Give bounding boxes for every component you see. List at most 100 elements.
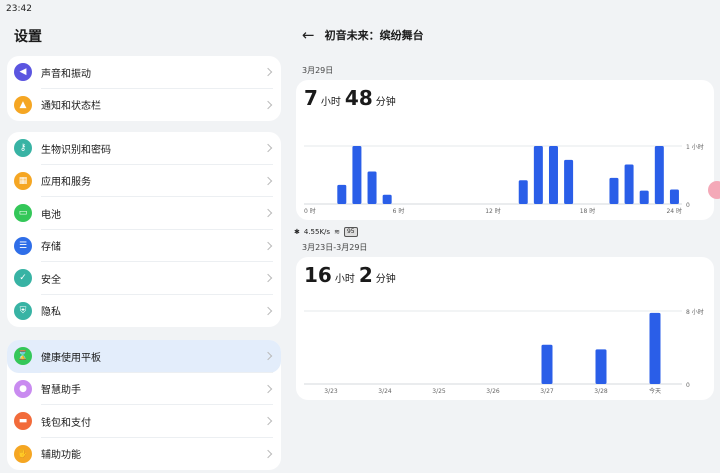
daily-usage-chart: 1 小时 0 0 时 6 时 12 时 18 时 24 时 <box>304 143 704 215</box>
week-minutes: 2 <box>358 263 373 287</box>
settings-item[interactable]: ✓ 安全 <box>7 262 281 295</box>
day-hours-unit: 小时 <box>320 97 341 108</box>
x-tick-label: 今天 <box>649 387 661 395</box>
security-icon: ✓ <box>14 269 32 288</box>
week-minutes-unit: 分钟 <box>375 274 396 285</box>
settings-group: ⚷ 生物识别和密码 ▦ 应用和服务 ▭ 电池 ☰ 存储 ✓ 安全 ⛨ 隐私 <box>7 132 281 327</box>
settings-item-label: 隐私 <box>41 307 61 319</box>
usage-bar <box>654 146 664 204</box>
y-tick-label: 0 <box>686 202 690 209</box>
x-tick-label: 12 时 <box>485 207 501 215</box>
wallet-icon: ▬ <box>14 412 32 431</box>
settings-item[interactable]: ⛨ 隐私 <box>7 295 281 328</box>
x-tick-label: 3/26 <box>486 388 500 395</box>
key-icon: ⚷ <box>14 139 32 158</box>
settings-item-label: 生物识别和密码 <box>41 144 111 156</box>
settings-item-label: 钱包和支付 <box>41 417 91 429</box>
y-tick-label: 8 小时 <box>686 308 704 316</box>
usage-bar <box>595 349 607 384</box>
chevron-right-icon <box>263 384 273 393</box>
week-hours-unit: 小时 <box>334 274 355 285</box>
settings-item[interactable]: ◀ 声音和振动 <box>7 56 281 89</box>
accessibility-icon: ✋ <box>14 444 32 463</box>
x-tick-label: 3/28 <box>594 388 608 395</box>
panel-header: ← 初音未来：缤纷舞台 <box>302 26 424 44</box>
usage-bar <box>382 194 392 204</box>
settings-item-label: 辅助功能 <box>41 450 81 462</box>
chevron-right-icon <box>263 306 273 315</box>
settings-item[interactable]: ⌛ 健康使用平板 <box>7 340 281 373</box>
usage-bar <box>624 164 634 204</box>
usage-bar <box>518 180 528 204</box>
week-label: 3月23日-3月29日 <box>302 243 368 252</box>
status-bar: 23:42 ✱ 4.55K/s ≋ 95 <box>0 0 720 237</box>
battery-icon: ▭ <box>14 204 32 223</box>
clock: 23:42 <box>6 4 32 14</box>
settings-item-label: 智慧助手 <box>41 385 81 397</box>
settings-item[interactable]: ✋ 辅助功能 <box>7 438 281 471</box>
settings-group: ⌛ 健康使用平板 ● 智慧助手 ▬ 钱包和支付 ✋ 辅助功能 <box>7 340 281 470</box>
chevron-right-icon <box>263 176 273 185</box>
back-arrow-icon[interactable]: ← <box>302 26 315 44</box>
settings-item[interactable]: ▲ 通知和状态栏 <box>7 89 281 122</box>
usage-bar <box>609 177 619 204</box>
settings-item-label: 通知和状态栏 <box>41 101 101 113</box>
y-tick-label: 1 小时 <box>686 143 704 151</box>
chevron-right-icon <box>263 417 273 426</box>
x-tick-label: 3/25 <box>432 388 446 395</box>
weekly-usage-chart: 8 小时 0 3/23 3/24 3/25 3/26 3/27 3/28 今天 <box>304 308 704 395</box>
usage-bar <box>337 184 347 204</box>
chevron-right-icon <box>263 209 273 218</box>
settings-item[interactable]: ▭ 电池 <box>7 197 281 230</box>
floating-handle[interactable] <box>708 181 720 199</box>
settings-item-label: 应用和服务 <box>41 177 91 189</box>
settings-sidebar: 设置 ◀ 声音和振动 ▲ 通知和状态栏 ⚷ 生物识别和密码 ▦ 应用和服务 ▭ 电池 ☰ 存储 ✓ 安全 ⛨… <box>0 18 290 473</box>
week-card: 16 小时 2 分钟 8 小时 0 3/23 3/24 3/25 3/26 3/27 3/28… <box>296 257 714 400</box>
settings-item-label: 安全 <box>41 274 61 286</box>
assistant-icon: ● <box>14 379 32 398</box>
week-hours: 16 <box>304 263 332 287</box>
chevron-right-icon <box>263 241 273 250</box>
usage-bar <box>548 146 558 204</box>
chevron-right-icon <box>263 352 273 361</box>
settings-item-label: 健康使用平板 <box>41 352 101 364</box>
usage-bar <box>564 159 574 204</box>
usage-bar <box>541 344 553 384</box>
week-total: 16 小时 2 分钟 <box>304 263 400 287</box>
settings-item[interactable]: ▦ 应用和服务 <box>7 165 281 198</box>
chevron-right-icon <box>263 449 273 458</box>
usage-bar <box>533 146 543 204</box>
x-tick-label: 6 时 <box>393 207 405 215</box>
settings-title: 设置 <box>14 29 42 45</box>
x-tick-label: 3/23 <box>324 388 338 395</box>
screen-time-panel: ← 初音未来：缤纷舞台 3月29日 7 小时 48 分钟 1 小时 0 0 时 6 时… <box>294 18 720 473</box>
storage-icon: ☰ <box>14 236 32 255</box>
usage-bar <box>367 171 377 204</box>
usage-bar <box>669 189 679 204</box>
settings-item-label: 电池 <box>41 209 61 221</box>
x-tick-label: 24 时 <box>666 207 682 215</box>
day-label: 3月29日 <box>302 66 334 75</box>
day-hours: 7 <box>304 86 318 110</box>
apps-icon: ▦ <box>14 171 32 190</box>
bell-icon: ▲ <box>14 95 32 114</box>
x-tick-label: 3/24 <box>378 388 392 395</box>
hourglass-icon: ⌛ <box>14 347 32 366</box>
day-minutes-unit: 分钟 <box>375 97 396 108</box>
settings-item[interactable]: ● 智慧助手 <box>7 373 281 406</box>
chevron-right-icon <box>263 144 273 153</box>
usage-bar <box>352 146 362 204</box>
speaker-icon: ◀ <box>14 63 32 82</box>
settings-item-label: 存储 <box>41 242 61 254</box>
day-minutes: 48 <box>344 86 373 110</box>
settings-group: ◀ 声音和振动 ▲ 通知和状态栏 <box>7 56 281 121</box>
usage-bar <box>649 312 661 384</box>
page-title: 初音未来：缤纷舞台 <box>324 29 424 42</box>
settings-item[interactable]: ▬ 钱包和支付 <box>7 405 281 438</box>
chevron-right-icon <box>263 274 273 283</box>
settings-item[interactable]: ☰ 存储 <box>7 230 281 263</box>
settings-item[interactable]: ⚷ 生物识别和密码 <box>7 132 281 165</box>
y-tick-label: 0 <box>686 382 690 389</box>
settings-item-label: 声音和振动 <box>41 68 91 80</box>
usage-bar <box>639 190 649 204</box>
